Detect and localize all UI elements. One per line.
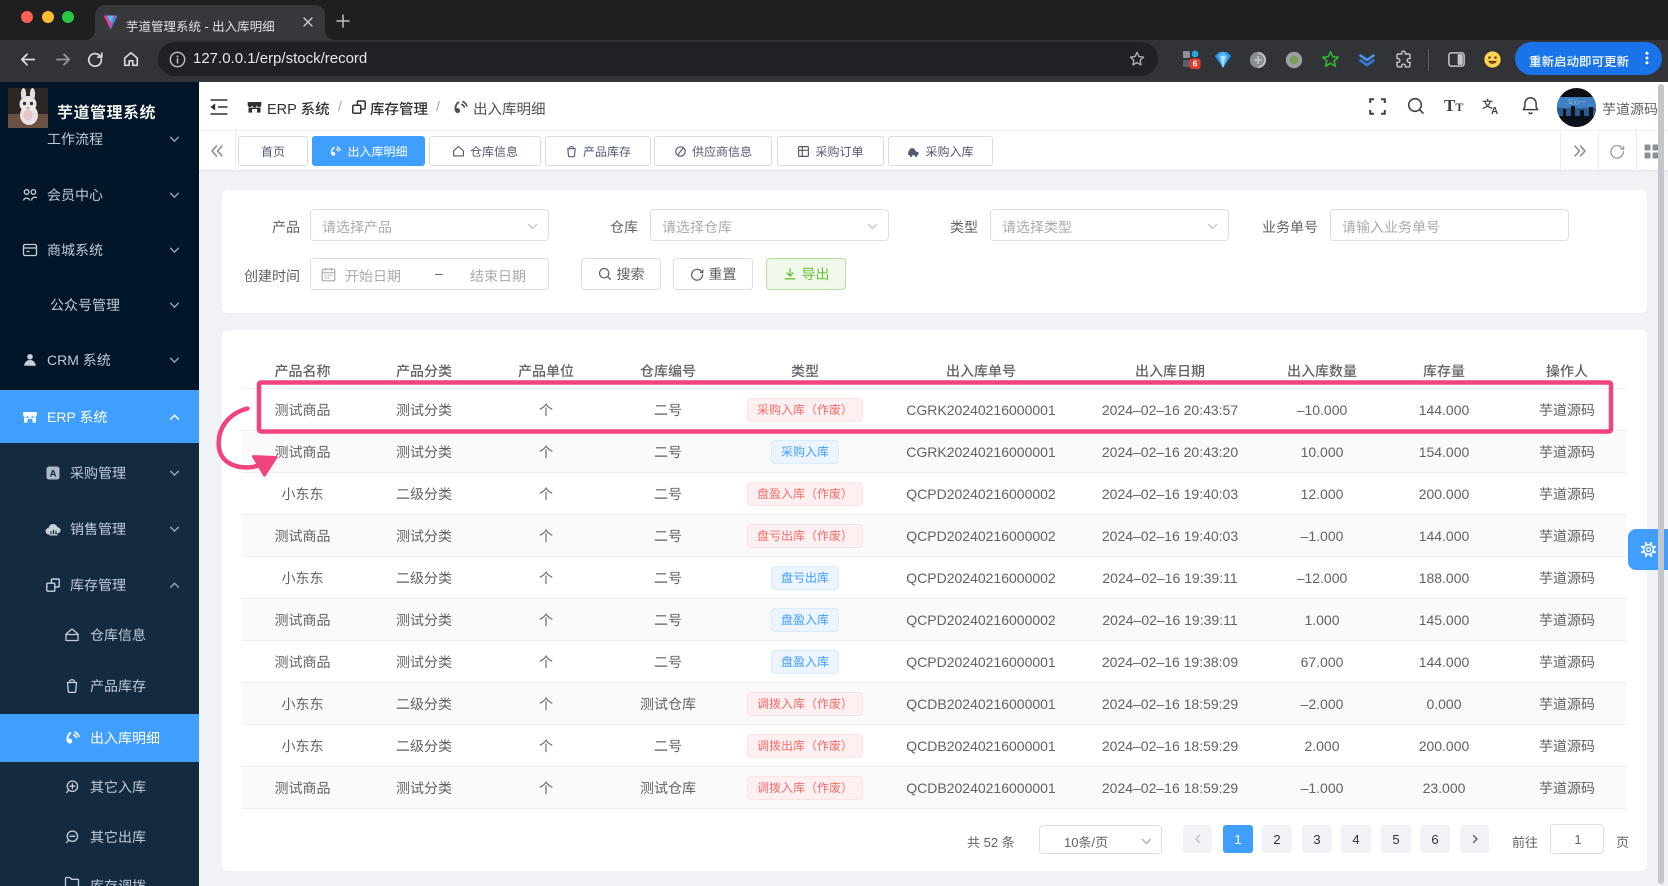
svg-text:A: A	[1491, 106, 1498, 115]
svg-text:A: A	[50, 469, 57, 480]
svg-text:6: 6	[1193, 59, 1198, 69]
svg-text:又心一: 又心一	[1567, 99, 1585, 106]
